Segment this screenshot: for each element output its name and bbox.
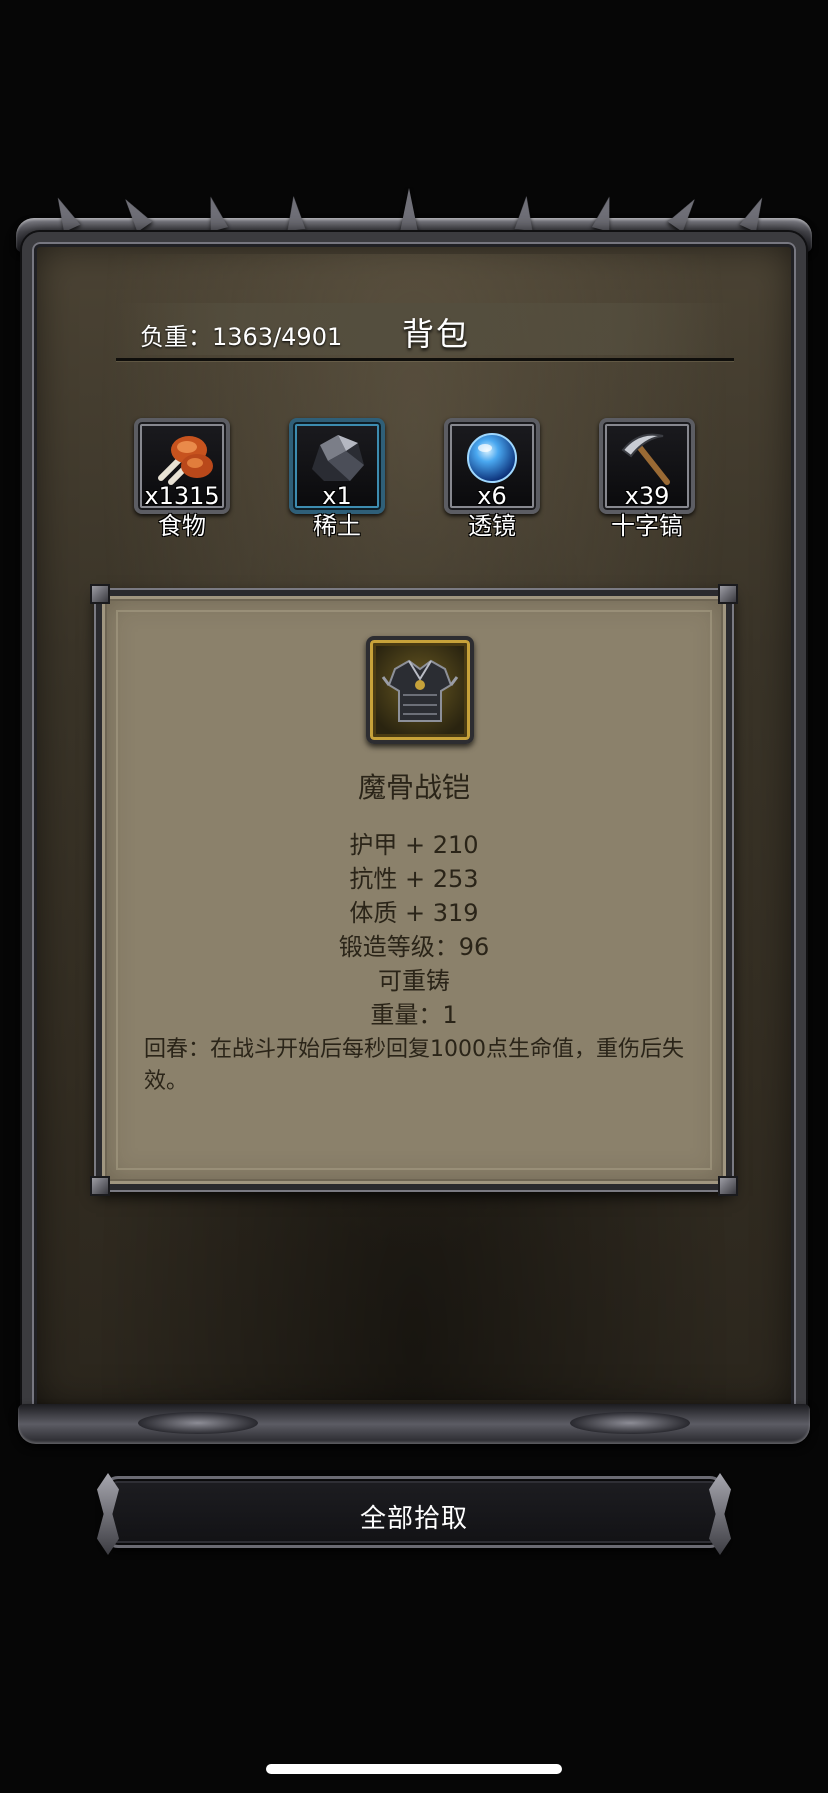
- stat-armor: 护甲 + 210: [349, 831, 479, 859]
- collect-all-button[interactable]: 全部拾取: [104, 1476, 724, 1548]
- ornate-bottom-crest: [18, 1404, 810, 1444]
- tooltip-corner: [90, 1176, 110, 1196]
- item-title: 魔骨战铠: [357, 771, 470, 804]
- stat-weight: 重量：1: [370, 1001, 458, 1029]
- weight-capacity: 负重：1363/4901: [140, 323, 343, 351]
- armor-icon: [366, 636, 474, 744]
- tooltip-corner: [718, 1176, 738, 1196]
- collect-all-label: 全部拾取: [359, 1504, 468, 1534]
- tooltip-corner: [90, 584, 110, 604]
- item-description: 回春：在战斗开始后每秒回复1000点生命值，重伤后失效。: [144, 1037, 684, 1094]
- item-stats: 护甲 + 210 抗性 + 253 体质 + 319 锻造等级：96 可重铸 重…: [102, 828, 726, 1032]
- item-slot-pickaxe[interactable]: x39 十字镐: [599, 418, 695, 540]
- meat-icon: [149, 430, 215, 490]
- item-slot-food[interactable]: x1315 食物: [134, 418, 230, 540]
- item-name: 十字镐: [611, 512, 683, 540]
- tooltip-corner: [718, 584, 738, 604]
- stat-resistance: 抗性 + 253: [349, 865, 479, 893]
- item-slot-rare-earth[interactable]: x1 稀土: [289, 418, 385, 540]
- item-name: 稀土: [313, 512, 361, 540]
- stat-constitution: 体质 + 319: [349, 899, 479, 927]
- lens-orb-icon: [464, 430, 520, 490]
- item-slot-lens[interactable]: x6 透镜: [444, 418, 540, 540]
- backpack-header: 负重：1363/4901 背包: [116, 297, 734, 361]
- item-tooltip: 魔骨战铠 护甲 + 210 抗性 + 253 体质 + 319 锻造等级：96 …: [90, 584, 738, 1196]
- home-indicator[interactable]: [266, 1764, 562, 1774]
- item-name: 食物: [158, 512, 206, 540]
- ore-icon: [306, 431, 368, 489]
- backpack-title: 背包: [402, 315, 471, 353]
- stat-forge-level: 锻造等级：96: [338, 933, 490, 961]
- item-name: 透镜: [468, 512, 516, 540]
- stat-reforgeable: 可重铸: [378, 967, 450, 995]
